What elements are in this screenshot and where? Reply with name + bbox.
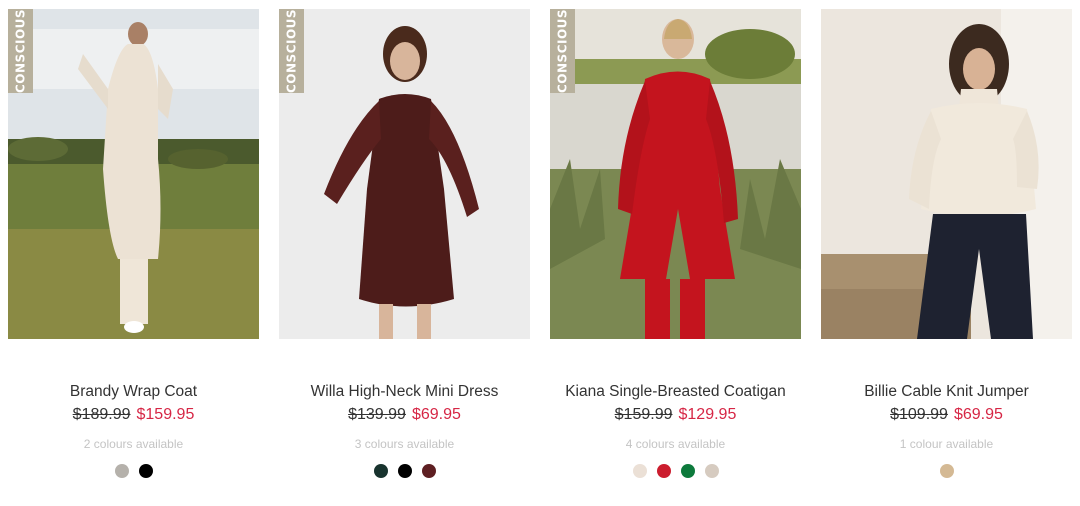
sale-price: $159.95 [136,406,195,423]
sale-price: $69.95 [953,406,1003,423]
was-price: $109.99 [890,406,948,423]
colour-swatch[interactable] [138,464,153,478]
colours-available: 3 colours available [354,437,455,451]
colour-swatch[interactable] [421,464,436,478]
colours-available: 1 colour available [899,437,994,451]
product-prices: $139.99 $69.95 [279,406,530,424]
product-name[interactable]: Brandy Wrap Coat [8,383,259,401]
colour-swatch[interactable] [632,464,647,478]
product-photo [821,9,1072,339]
product-card: CONSCIOUS Brandy Wrap Coat $189.99 $159.9… [8,9,259,478]
colours-available: 4 colours available [625,437,726,451]
colour-swatches [821,464,1072,478]
product-photo [550,9,801,339]
product-card: CONSCIOUS Kiana Single-Breasted Coatigan… [550,9,801,478]
sale-price: $69.95 [411,406,461,423]
product-name[interactable]: Willa High-Neck Mini Dress [279,383,530,401]
product-card: Billie Cable Knit Jumper $109.99 $69.95 1… [821,9,1072,478]
was-price: $189.99 [72,406,131,423]
colour-swatches [8,464,259,478]
product-grid: CONSCIOUS Brandy Wrap Coat $189.99 $159.9… [0,0,1080,506]
product-prices: $109.99 $69.95 [821,406,1072,424]
product-image-billie-cable-knit-jumper[interactable] [821,9,1072,339]
product-photo [8,9,259,339]
colour-swatch[interactable] [939,464,954,478]
was-price: $139.99 [348,406,406,423]
colour-swatch[interactable] [680,464,695,478]
product-name[interactable]: Kiana Single-Breasted Coatigan [550,383,801,401]
colour-swatches [550,464,801,478]
product-image-willa-high-neck-mini-dress[interactable]: CONSCIOUS [279,9,530,339]
colour-swatch[interactable] [656,464,671,478]
product-name[interactable]: Billie Cable Knit Jumper [821,383,1072,401]
product-card: CONSCIOUS Willa High-Neck Mini Dress $13… [279,9,530,478]
colour-swatches [279,464,530,478]
conscious-badge: CONSCIOUS [279,9,304,93]
was-price: $159.99 [614,406,673,423]
product-image-brandy-wrap-coat[interactable]: CONSCIOUS [8,9,259,339]
conscious-badge: CONSCIOUS [8,9,33,93]
colour-swatch[interactable] [114,464,129,478]
colour-swatch[interactable] [373,464,388,478]
sale-price: $129.95 [678,406,737,423]
product-prices: $189.99 $159.95 [8,406,259,424]
conscious-badge: CONSCIOUS [550,9,575,93]
product-photo [279,9,530,339]
colour-swatch[interactable] [397,464,412,478]
product-image-kiana-single-breasted-coatigan[interactable]: CONSCIOUS [550,9,801,339]
colours-available: 2 colours available [83,437,184,451]
product-prices: $159.99 $129.95 [550,406,801,424]
colour-swatch[interactable] [704,464,719,478]
